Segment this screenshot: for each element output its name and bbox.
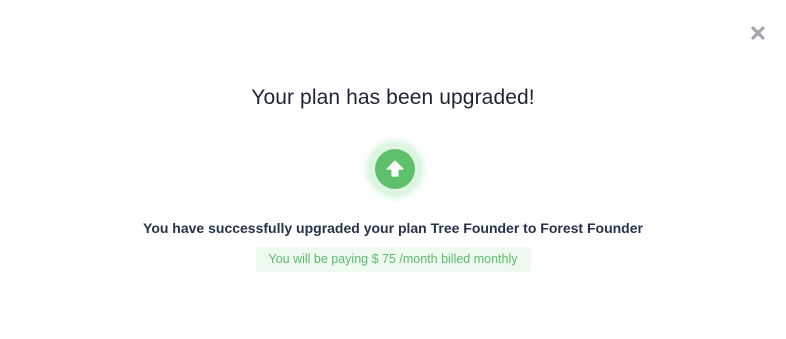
upgrade-message: You have successfully upgraded your plan…	[143, 220, 643, 236]
close-button[interactable]	[749, 24, 767, 42]
upgrade-success-dialog: Your plan has been upgraded! You have su…	[0, 0, 786, 339]
upgrade-badge	[370, 144, 420, 194]
dialog-title: Your plan has been upgraded!	[251, 86, 535, 109]
upgrade-badge-circle	[375, 149, 415, 189]
close-icon[interactable]	[750, 25, 766, 41]
billing-note-container: You will be paying $ 75 /month billed mo…	[0, 247, 786, 272]
billing-note: You will be paying $ 75 /month billed mo…	[255, 247, 531, 272]
upgrade-arrow-icon	[386, 160, 404, 177]
